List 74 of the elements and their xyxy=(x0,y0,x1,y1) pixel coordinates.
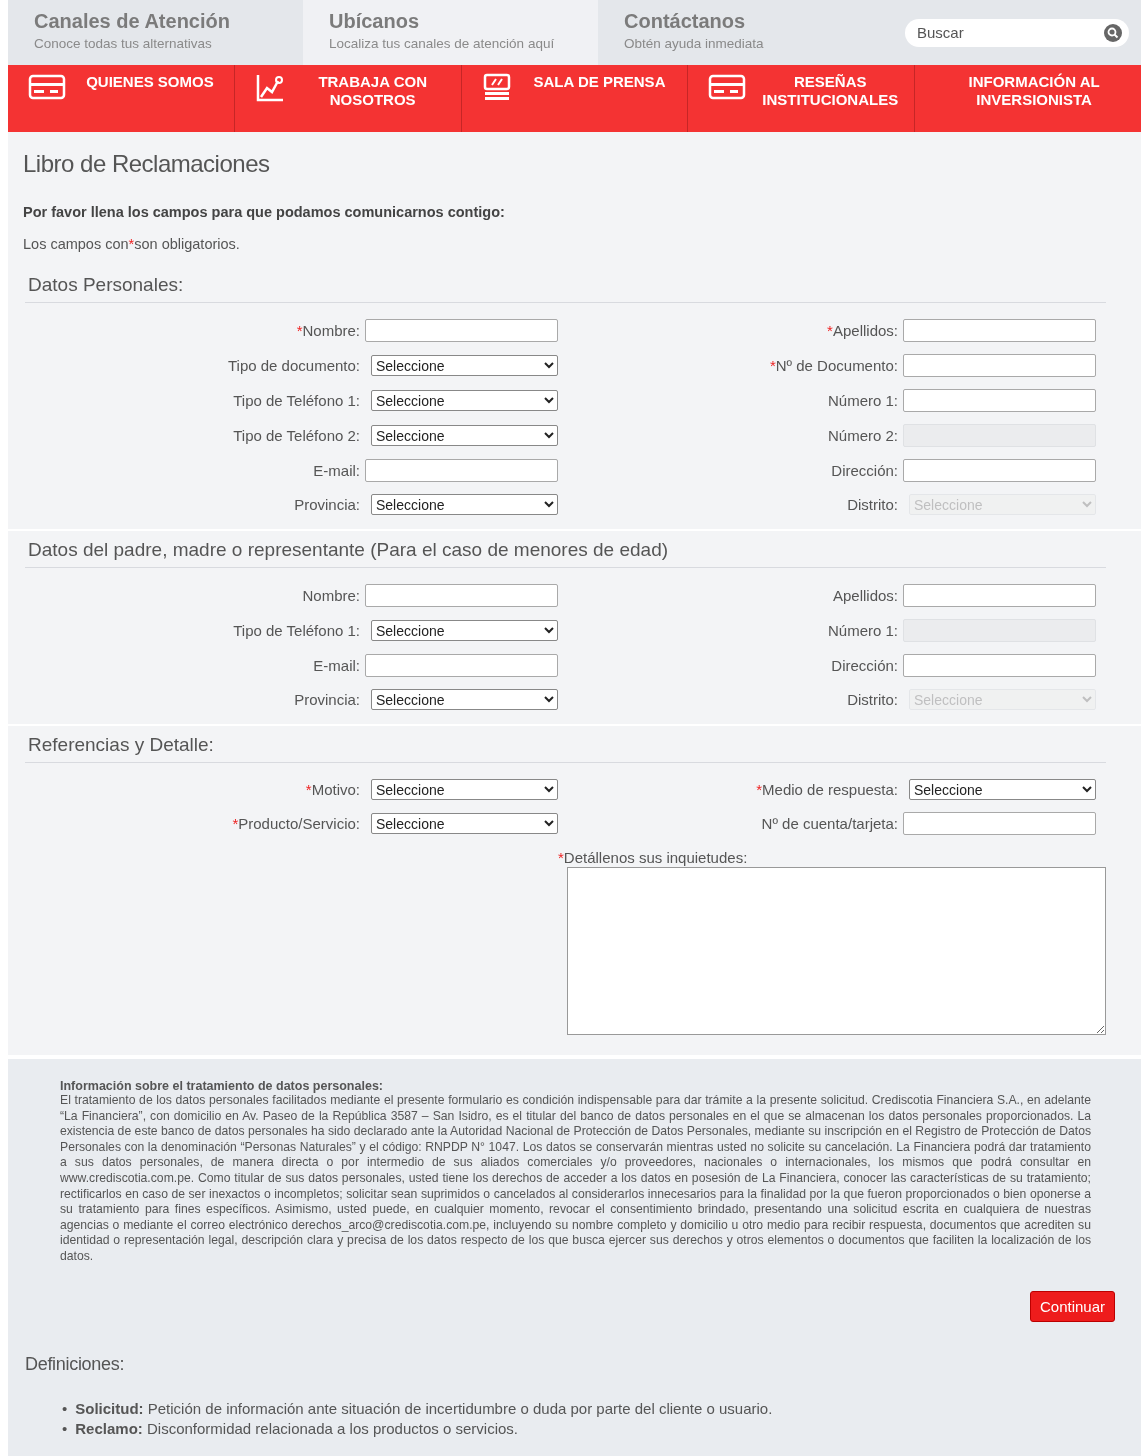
field-label: Tipo de documento: xyxy=(227,357,361,374)
select-field[interactable]: Seleccione xyxy=(371,425,558,446)
bullet: • xyxy=(62,1418,68,1439)
tab-title: Contáctanos xyxy=(624,10,747,33)
input-field[interactable] xyxy=(903,319,1096,342)
field-label: E-mail: xyxy=(313,657,361,674)
field-label: *Nombre: xyxy=(296,322,361,339)
tab-subtitle: Obtén ayuda inmediata xyxy=(624,35,765,52)
field-label: Provincia: xyxy=(294,691,361,708)
nav-item[interactable]: QUIENES SOMOS xyxy=(8,65,234,132)
field-label: Tipo de Teléfono 2: xyxy=(233,427,361,444)
field-label: *Nº de Documento: xyxy=(769,357,899,374)
field-label: Número 1: xyxy=(827,392,899,409)
select-field[interactable]: Seleccione xyxy=(909,779,1096,800)
field-label: Provincia: xyxy=(294,496,361,513)
definition-item: Solicitud: Petición de información ante situación de incertidumbre o duda por parte del cliente o usuario. xyxy=(75,1398,773,1419)
section-title: Datos Personales: xyxy=(25,274,1106,303)
field-label: *Producto/Servicio: xyxy=(232,815,361,832)
tab-title: Canales de Atención xyxy=(34,10,231,33)
select-field[interactable]: Seleccione xyxy=(371,620,558,641)
field-label: Nº de cuenta/tarjeta: xyxy=(761,815,899,832)
select-field[interactable]: Seleccione xyxy=(371,813,558,834)
field-label: E-mail: xyxy=(313,462,361,479)
field-label: Apellidos: xyxy=(832,587,899,604)
field-label: *Motivo: xyxy=(305,781,361,798)
tab-subtitle: Conoce todas tus alternativas xyxy=(34,35,213,52)
select-field[interactable]: Seleccione xyxy=(371,390,558,411)
field-label: *Medio de respuesta: xyxy=(756,781,899,798)
section-title: Referencias y Detalle: xyxy=(25,734,1106,763)
required-note: Los campos con*son obligatorios. xyxy=(23,236,241,252)
card-icon xyxy=(28,73,66,101)
chart-icon xyxy=(254,73,285,103)
field-label: Nombre: xyxy=(302,587,361,604)
input-field[interactable] xyxy=(903,389,1096,412)
intro-text: Por favor llena los campos para que podamos comunicarnos contigo: xyxy=(23,204,506,220)
search-field[interactable]: Buscar xyxy=(905,18,1129,47)
select-field[interactable]: Seleccione xyxy=(371,494,558,515)
section-title: Datos del padre, madre o representante (Para el caso de menores de edad) xyxy=(25,539,1106,568)
input-field[interactable] xyxy=(365,319,558,342)
select-field[interactable]: Seleccione xyxy=(371,689,558,710)
field-label: Tipo de Teléfono 1: xyxy=(233,392,361,409)
field-label: Dirección: xyxy=(831,462,899,479)
field-label: Número 2: xyxy=(827,427,899,444)
continue-button[interactable]: Continuar xyxy=(1029,1290,1115,1322)
field-label: Tipo de Teléfono 1: xyxy=(233,622,361,639)
privacy-text: El tratamiento de los datos personales facilitados mediante el presente formulario es condición indispensable para dar trámite a la presente solicitud. Crediscotia Financiera S.A., en adelante “La Financiera”, con domicilio en Av. Paseo de la República 3587 – San Isidro, es el titular del banco de datos personales en el que se almacenan los datos personales proporcionados. La existencia de este banco de datos personales ha sido declarado ante la Autoridad Nacional de Protección de Datos Personales, mediante su inscripción en el Registro de Protección de Datos Personales con la denominación “Personas Naturales” y el código: RNPDP N° 1047. Los datos se conservarán mientras usted no solicite su cancelación. La Financiera podrá dar tratamiento a sus datos personales, de manera directa o por intermedio de sus aliados comerciales y/o proveedores, nacionales o internacionales, los mismos que podrá consultar en www.crediscotia.com.pe. Como titular de sus datos personales, usted tiene los derechos de acceder a los datos en posesión de La Financiera, conocer las características de su tratamiento; rectificarlos en caso de ser inexactos o incompletos; solicitar sean suprimidos o cancelados al considerarlos innecesarios para la finalidad por la que fueron proporcionados o bien oponerse a su tratamiento para fines específicos. Asimismo, usted puede, en cualquier momento, revocar el consentimiento brindado, presentando una solicitud escrita en cualquiera de nuestras agencias o mediante el correo electrónico derechos_arco@crediscotia.com.pe, incluyendo su nombre completo y domicilio u otro medio para recibir respuesta, documentos que acrediten su identidad o representación legal, descripción clara y precisa de los datos respecto de los que busca ejercer sus derechos y otros elementos o documentos que faciliten la localización de los datos. xyxy=(60,1093,1091,1265)
input-field[interactable] xyxy=(365,459,558,482)
input-field[interactable] xyxy=(903,812,1096,835)
select-field[interactable]: Seleccione xyxy=(371,355,558,376)
field-label: Distrito: xyxy=(847,691,899,708)
tab-title: Ubícanos xyxy=(329,10,421,33)
input-field[interactable] xyxy=(903,459,1096,482)
header-tab[interactable]: Ubícanos Localiza tus canales de atención aquí xyxy=(303,0,598,65)
header-tab[interactable]: Contáctanos Obtén ayuda inmediata xyxy=(598,0,893,65)
tab-subtitle: Localiza tus canales de atención aquí xyxy=(329,35,556,52)
header-tab[interactable]: Canales de Atención Conoce todas tus alternativas xyxy=(8,0,303,65)
input-field[interactable] xyxy=(903,354,1096,377)
definitions-title: Definiciones: xyxy=(25,1353,126,1375)
card-icon xyxy=(708,73,747,101)
field-label: *Detállenos sus inquietudes: xyxy=(558,849,749,866)
select-field[interactable]: Seleccione xyxy=(371,779,558,800)
input-field[interactable] xyxy=(365,654,558,677)
page-title: Libro de Reclamaciones xyxy=(23,150,271,178)
field-label: Número 1: xyxy=(827,622,899,639)
privacy-title: Información sobre el tratamiento de datos personales: xyxy=(60,1079,384,1093)
field-label: Dirección: xyxy=(831,657,899,674)
input-field[interactable] xyxy=(903,654,1096,677)
bullet: • xyxy=(62,1398,68,1419)
input-field[interactable] xyxy=(903,584,1096,607)
field-label: *Apellidos: xyxy=(827,322,899,339)
field-label: Distrito: xyxy=(847,496,899,513)
definition-item: Reclamo: Disconformidad relacionada a los productos o servicios. xyxy=(75,1418,518,1439)
input-field[interactable] xyxy=(365,584,558,607)
search-icon[interactable] xyxy=(1103,22,1123,43)
